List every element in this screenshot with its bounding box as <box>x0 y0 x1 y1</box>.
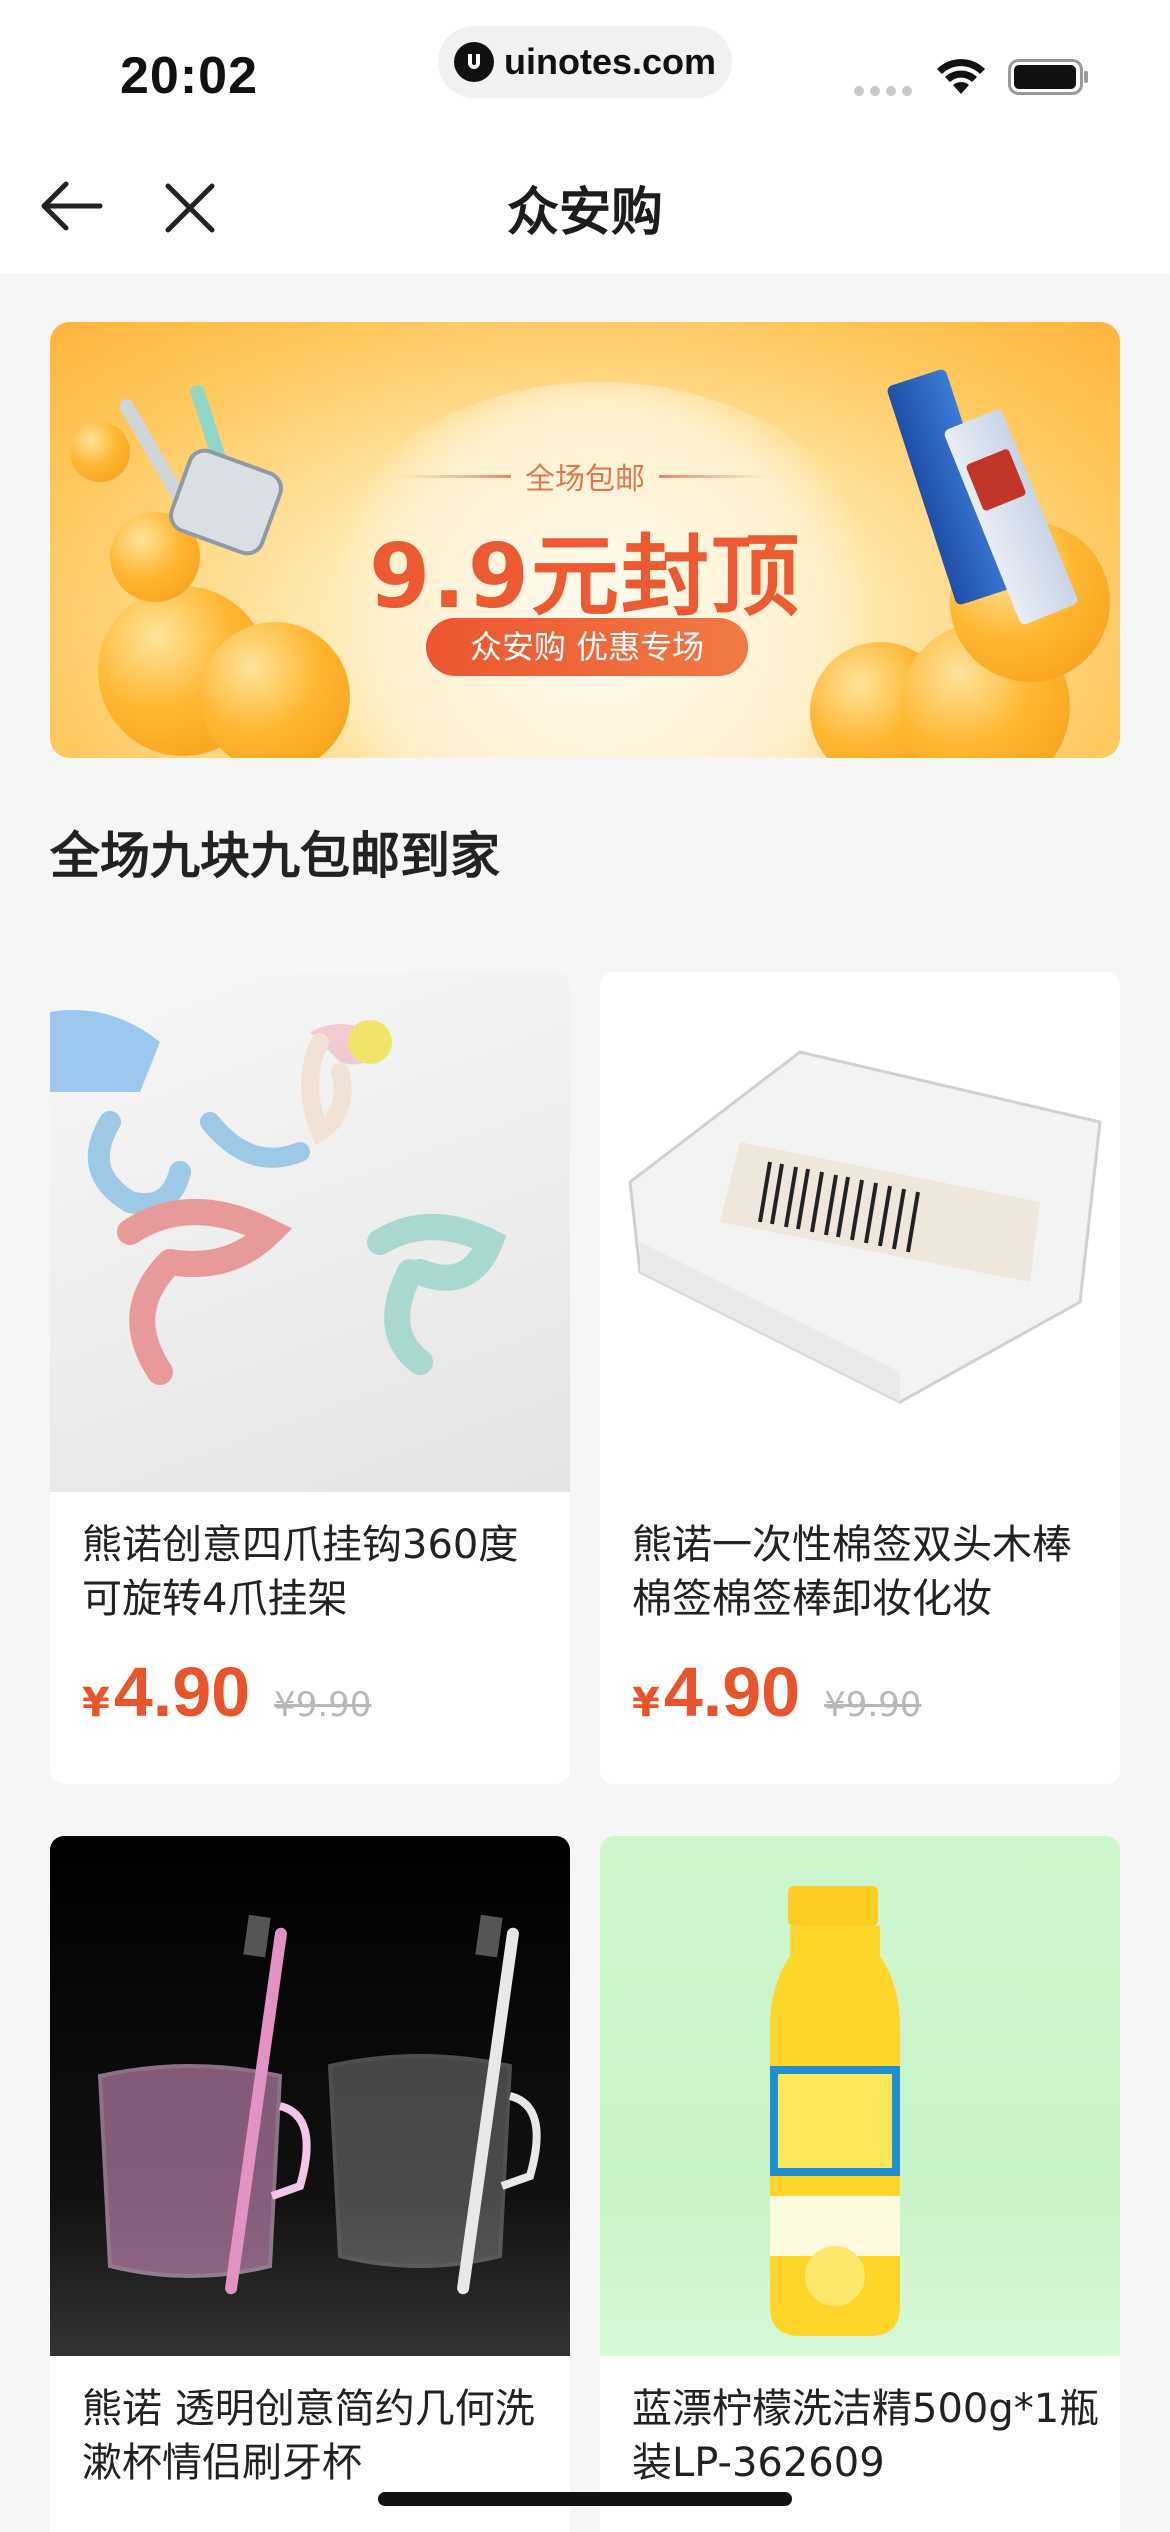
price-row: ¥ 4.90 ¥9.90 <box>632 1652 921 1732</box>
battery-icon <box>1008 59 1088 95</box>
product-image <box>600 1836 1120 2356</box>
uinotes-logo-icon <box>454 42 494 82</box>
sale-price: 4.90 <box>113 1653 251 1731</box>
product-image <box>50 1836 570 2356</box>
currency-symbol: ¥ <box>82 1680 110 1726</box>
section-title: 全场九块九包邮到家 <box>50 827 500 885</box>
product-name: 蓝漂柠檬洗洁精500g*1瓶装LP-362609 <box>632 2386 1100 2486</box>
currency-symbol: ¥ <box>632 1680 660 1726</box>
original-price: ¥9.90 <box>824 1685 922 1725</box>
url-pill[interactable]: uinotes.com <box>438 26 732 98</box>
banner-tag: 众安购 优惠专场 <box>426 618 748 676</box>
product-name: 熊诺一次性棉签双头木棒棉签棉签棒卸妆化妆 <box>632 1522 1072 1622</box>
status-bar: 20:02 uinotes.com <box>0 0 1170 140</box>
product-image <box>50 972 570 1492</box>
product-name: 熊诺创意四爪挂钩360度可旋转4爪挂架 <box>82 1522 519 1622</box>
product-card[interactable]: 熊诺 透明创意简约几何洗漱杯情侣刷牙杯 <box>50 1836 570 2532</box>
original-price: ¥9.90 <box>274 1685 372 1725</box>
cellular-signal-icon <box>854 84 916 98</box>
product-card[interactable]: 蓝漂柠檬洗洁精500g*1瓶装LP-362609 <box>600 1836 1120 2532</box>
url-text: uinotes.com <box>504 41 717 82</box>
banner-subtitle: 全场包邮 <box>525 462 645 497</box>
sale-price: 4.90 <box>663 1653 801 1731</box>
banner-headline: 9.9元封顶 <box>369 525 801 628</box>
page-title: 众安购 <box>506 183 663 243</box>
product-card[interactable]: 熊诺创意四爪挂钩360度可旋转4爪挂架 ¥ 4.90 ¥9.90 <box>50 972 570 1784</box>
product-name: 熊诺 透明创意简约几何洗漱杯情侣刷牙杯 <box>82 2386 535 2486</box>
wifi-icon <box>937 59 985 94</box>
product-card[interactable]: 熊诺一次性棉签双头木棒棉签棉签棒卸妆化妆 ¥ 4.90 ¥9.90 <box>600 972 1120 1784</box>
home-indicator[interactable] <box>378 2492 792 2506</box>
promo-banner[interactable]: 全场包邮 9.9元封顶 众安购 优惠专场 <box>50 322 1120 758</box>
price-row: ¥ 4.90 ¥9.90 <box>82 1652 371 1732</box>
product-image <box>600 972 1120 1492</box>
status-time: 20:02 <box>120 47 258 105</box>
nav-bar: 众安购 <box>0 140 1170 274</box>
